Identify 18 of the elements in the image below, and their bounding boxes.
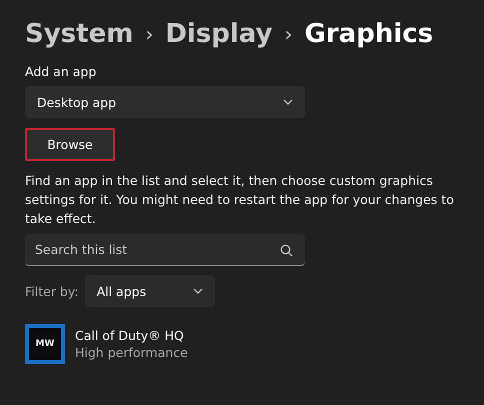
breadcrumb-item[interactable]: Display — [165, 19, 272, 49]
breadcrumb-item[interactable]: System — [25, 19, 134, 49]
breadcrumb-separator: › — [284, 22, 292, 46]
browse-button[interactable]: Browse — [25, 128, 115, 161]
app-setting: High performance — [75, 345, 188, 360]
chevron-down-icon — [192, 288, 203, 294]
section-label: Add an app — [25, 64, 98, 81]
breadcrumb-separator: › — [145, 22, 154, 46]
description-text: Find an app in the list and select it, then choose custom graphics settings for it. You might need to restart the app for your changes to take effect. — [25, 172, 455, 228]
breadcrumb-item: Graphics — [304, 19, 434, 49]
filter-dropdown[interactable]: All apps — [84, 275, 215, 307]
app-type-dropdown[interactable]: Desktop app — [25, 86, 305, 118]
search-field[interactable]: Search this list — [25, 234, 305, 266]
app-icon: MW — [25, 324, 65, 364]
search-icon — [280, 244, 293, 257]
app-name[interactable]: Call of Duty® HQ — [75, 328, 188, 343]
chevron-down-icon — [283, 99, 293, 105]
filter-label: Filter by: — [25, 284, 79, 298]
